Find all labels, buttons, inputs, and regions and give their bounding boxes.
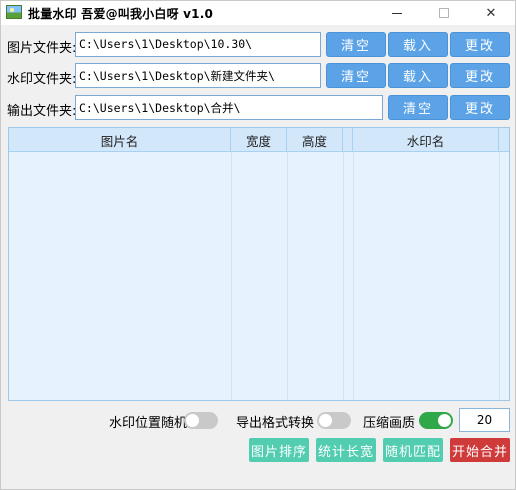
watermark-folder-label: 水印文件夹: bbox=[7, 72, 77, 87]
minimize-icon bbox=[392, 12, 402, 14]
image-folder-input[interactable]: C:\Users\1\Desktop\10.30\ bbox=[75, 32, 321, 57]
window-title: 批量水印 吾爱@叫我小白呀 v1.0 bbox=[28, 7, 214, 21]
file-table[interactable]: 图片名 宽度 高度 水印名 bbox=[8, 127, 510, 401]
column-divider bbox=[343, 152, 344, 400]
toggle-knob bbox=[438, 414, 451, 427]
image-folder-load-button[interactable]: 载入 bbox=[388, 32, 448, 57]
output-folder-input[interactable]: C:\Users\1\Desktop\合并\ bbox=[75, 95, 383, 120]
format-convert-toggle[interactable] bbox=[317, 412, 351, 429]
toggle-knob bbox=[186, 414, 199, 427]
random-position-toggle[interactable] bbox=[184, 412, 218, 429]
compress-quality-label: 压缩画质 bbox=[363, 416, 416, 431]
close-button[interactable]: ✕ bbox=[468, 1, 514, 25]
image-folder-label: 图片文件夹: bbox=[7, 41, 77, 56]
output-folder-change-button[interactable]: 更改 bbox=[450, 95, 510, 120]
column-header-image-name[interactable]: 图片名 bbox=[9, 128, 231, 152]
column-divider bbox=[287, 152, 288, 400]
image-folder-clear-button[interactable]: 清空 bbox=[326, 32, 386, 57]
table-header: 图片名 宽度 高度 水印名 bbox=[9, 128, 509, 152]
minimize-button[interactable] bbox=[374, 1, 420, 25]
column-divider bbox=[499, 152, 500, 400]
output-folder-clear-button[interactable]: 清空 bbox=[388, 95, 448, 120]
compress-quality-toggle[interactable] bbox=[419, 412, 453, 429]
app-picture-icon bbox=[6, 5, 22, 19]
start-merge-button[interactable]: 开始合并 bbox=[450, 438, 510, 462]
output-folder-label: 输出文件夹: bbox=[7, 104, 77, 119]
column-divider bbox=[231, 152, 232, 400]
maximize-button[interactable] bbox=[421, 1, 467, 25]
close-icon: ✕ bbox=[485, 5, 497, 21]
column-header-spacer bbox=[343, 128, 353, 152]
column-header-watermark-name[interactable]: 水印名 bbox=[353, 128, 499, 152]
random-match-button[interactable]: 随机匹配 bbox=[383, 438, 443, 462]
maximize-icon bbox=[439, 8, 449, 18]
column-header-height[interactable]: 高度 bbox=[287, 128, 343, 152]
image-folder-change-button[interactable]: 更改 bbox=[450, 32, 510, 57]
column-header-width[interactable]: 宽度 bbox=[231, 128, 287, 152]
format-convert-label: 导出格式转换 bbox=[236, 416, 315, 431]
sort-images-button[interactable]: 图片排序 bbox=[249, 438, 309, 462]
watermark-folder-load-button[interactable]: 载入 bbox=[388, 63, 448, 88]
watermark-folder-change-button[interactable]: 更改 bbox=[450, 63, 510, 88]
column-divider bbox=[353, 152, 354, 400]
toggle-knob bbox=[319, 414, 332, 427]
stats-size-button[interactable]: 统计长宽 bbox=[316, 438, 376, 462]
random-position-label: 水印位置随机 bbox=[109, 416, 188, 431]
title-bar[interactable]: 批量水印 吾爱@叫我小白呀 v1.0 ✕ bbox=[1, 1, 515, 25]
app-window: 批量水印 吾爱@叫我小白呀 v1.0 ✕ 图片文件夹: C:\Users\1\D… bbox=[0, 0, 516, 490]
watermark-folder-clear-button[interactable]: 清空 bbox=[326, 63, 386, 88]
watermark-folder-input[interactable]: C:\Users\1\Desktop\新建文件夹\ bbox=[75, 63, 321, 88]
quality-value-input[interactable]: 20 bbox=[459, 408, 510, 432]
